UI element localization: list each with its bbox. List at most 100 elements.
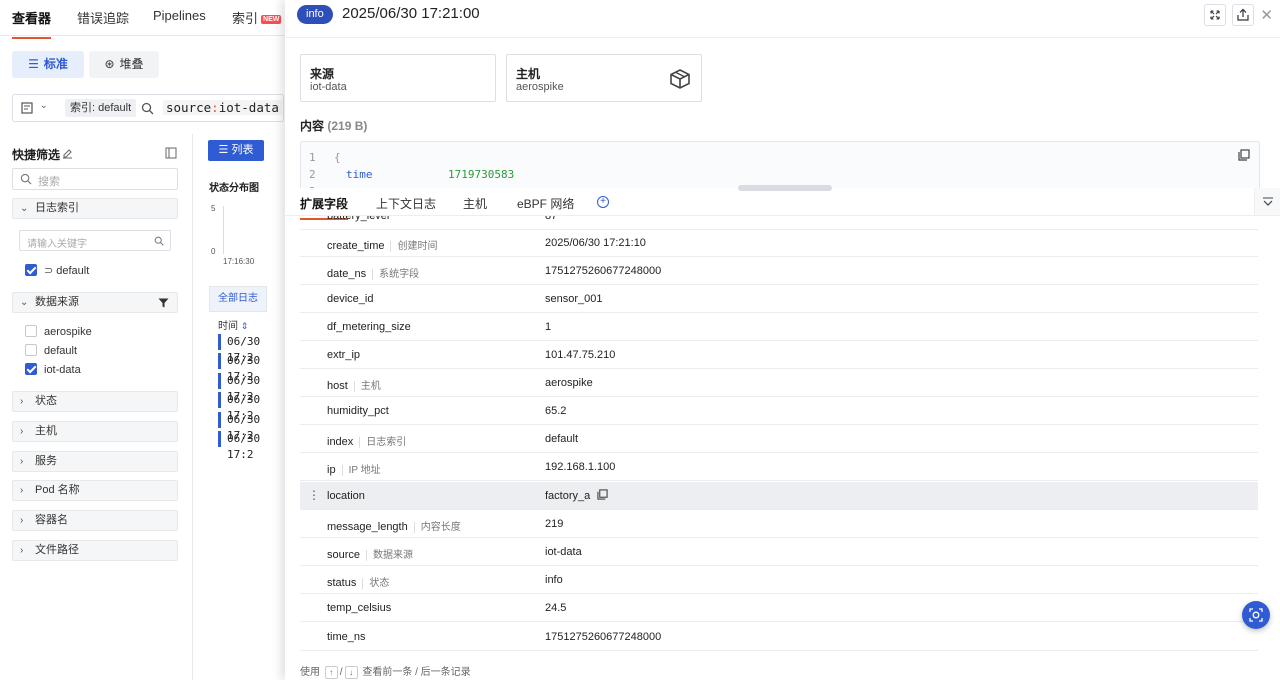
- checkbox[interactable]: [25, 363, 37, 375]
- field-row-battery_level[interactable]: battery_level 87: [300, 216, 1258, 230]
- time-column-header[interactable]: 时间 ⇕: [218, 317, 248, 332]
- card-value[interactable]: iot-data: [310, 81, 347, 93]
- filter-icon[interactable]: [158, 298, 169, 308]
- chevron-down-icon: ⌄: [20, 203, 29, 214]
- source-option-iot-data[interactable]: iot-data: [25, 363, 81, 376]
- field-value[interactable]: sensor_001: [545, 293, 603, 305]
- tab-error-tracking[interactable]: 错误追踪: [77, 8, 129, 27]
- keyword-input[interactable]: 请输入关键字: [19, 230, 171, 251]
- field-row-device_id[interactable]: device_id sensor_001: [300, 285, 1258, 313]
- field-value[interactable]: factory_a: [545, 490, 590, 502]
- option-label: default: [56, 265, 90, 277]
- field-value[interactable]: iot-data: [545, 546, 582, 558]
- raw-content-code[interactable]: 1 { 2 time 1719730583 3: [300, 141, 1260, 191]
- tab-context-logs[interactable]: 上下文日志: [376, 195, 436, 212]
- field-row-ip[interactable]: ip IP 地址 192.168.1.100: [300, 453, 1258, 481]
- group-container[interactable]: › 容器名: [12, 510, 178, 531]
- group-pod[interactable]: › Pod 名称: [12, 480, 178, 501]
- field-value[interactable]: 219: [545, 518, 563, 530]
- field-row-humidity_pct[interactable]: humidity_pct 65.2: [300, 397, 1258, 425]
- field-value[interactable]: 101.47.75.210: [545, 349, 615, 361]
- field-row-df_metering_size[interactable]: df_metering_size 1: [300, 313, 1258, 341]
- field-value[interactable]: 24.5: [545, 602, 566, 614]
- checkbox[interactable]: [25, 264, 37, 276]
- fullscreen-button[interactable]: [1204, 4, 1226, 26]
- field-value[interactable]: info: [545, 574, 563, 586]
- group-log-index[interactable]: ⌄ 日志索引: [12, 198, 178, 219]
- card-value[interactable]: aerospike: [516, 81, 564, 93]
- chevron-down-icon[interactable]: ⌄: [40, 100, 48, 111]
- field-row-source[interactable]: source 数据来源 iot-data: [300, 538, 1258, 566]
- copy-icon[interactable]: [1238, 149, 1250, 161]
- field-row-message_length[interactable]: message_length 内容长度 219: [300, 510, 1258, 538]
- tab-viewer[interactable]: 查看器: [12, 8, 52, 39]
- more-actions-icon[interactable]: ⋮: [308, 488, 320, 502]
- edit-icon[interactable]: [62, 148, 73, 159]
- resize-handle[interactable]: [738, 185, 832, 191]
- source-option-default[interactable]: default: [25, 344, 77, 357]
- list-label: 列表: [231, 144, 254, 156]
- export-button[interactable]: [1232, 4, 1254, 26]
- field-value[interactable]: 87: [545, 216, 557, 222]
- field-value[interactable]: 2025/06/30 17:21:10: [545, 237, 646, 249]
- field-row-extr_ip[interactable]: extr_ip 101.47.75.210: [300, 341, 1258, 369]
- tab-index[interactable]: 索引 NEW: [232, 8, 282, 27]
- table-row[interactable]: 06/30 17:2: [218, 353, 288, 383]
- field-value[interactable]: aerospike: [545, 377, 593, 389]
- list-view-button[interactable]: ☰ 列表: [208, 140, 264, 161]
- field-row-time_ns[interactable]: time_ns 1751275260677248000: [300, 623, 1258, 651]
- tab-extended-fields[interactable]: 扩展字段: [300, 195, 349, 220]
- tab-host[interactable]: 主机: [463, 195, 487, 212]
- group-status[interactable]: › 状态: [12, 391, 178, 412]
- search-query[interactable]: source:iot-data: [163, 100, 282, 115]
- field-value[interactable]: 1: [545, 321, 551, 333]
- query-mode-icon[interactable]: [21, 102, 33, 114]
- stacked-view-button[interactable]: ⊛ 堆叠: [89, 51, 159, 78]
- field-row-create_time[interactable]: create_time 创建时间 2025/06/30 17:21:10: [300, 229, 1258, 257]
- tab-pipelines[interactable]: Pipelines: [153, 8, 206, 23]
- field-row-status[interactable]: status 状态 info: [300, 566, 1258, 594]
- collapse-sidebar-icon[interactable]: [165, 147, 177, 159]
- copy-icon[interactable]: [597, 489, 608, 500]
- field-name: location: [327, 490, 365, 502]
- index-tag[interactable]: 索引: default: [65, 99, 137, 117]
- table-row[interactable]: 06/30 17:2: [218, 431, 288, 461]
- field-row-date_ns[interactable]: date_ns 系统字段 1751275260677248000: [300, 257, 1258, 285]
- checkbox[interactable]: [25, 325, 37, 337]
- field-name: status 状态: [327, 574, 390, 589]
- table-row[interactable]: 06/30 17:2: [218, 412, 288, 442]
- add-tab-icon[interactable]: +: [597, 196, 609, 208]
- table-row[interactable]: 06/30 17:2: [218, 392, 288, 422]
- tab-all-logs[interactable]: 全部日志: [209, 286, 267, 312]
- standard-view-button[interactable]: ☰ 标准: [12, 51, 84, 78]
- search-bar[interactable]: ⌄ 索引: default source:iot-data: [12, 94, 284, 122]
- source-option-aerospike[interactable]: aerospike: [25, 325, 92, 338]
- group-host[interactable]: › 主机: [12, 421, 178, 442]
- field-value[interactable]: default: [545, 433, 578, 445]
- field-name: extr_ip: [327, 349, 361, 361]
- extended-fields-list: battery_level 87 create_time 创建时间 2025/06/3…: [300, 216, 1258, 656]
- ai-assistant-button[interactable]: [1242, 601, 1270, 629]
- field-row-location[interactable]: ⋮ location factory_a: [300, 482, 1258, 510]
- collapse-panel-button[interactable]: [1254, 188, 1280, 215]
- group-data-source[interactable]: ⌄ 数据来源: [12, 292, 178, 313]
- field-row-host[interactable]: host 主机 aerospike: [300, 369, 1258, 397]
- group-filepath[interactable]: › 文件路径: [12, 540, 178, 561]
- field-value[interactable]: 1751275260677248000: [545, 265, 661, 277]
- field-row-temp_celsius[interactable]: temp_celsius 24.5: [300, 594, 1258, 622]
- field-value[interactable]: 1751275260677248000: [545, 631, 661, 643]
- field-value[interactable]: 192.168.1.100: [545, 461, 615, 473]
- table-row[interactable]: 06/30 17:2: [218, 373, 288, 403]
- checkbox[interactable]: [25, 344, 37, 356]
- tab-ebpf-network[interactable]: eBPF 网络: [517, 195, 574, 212]
- group-service[interactable]: › 服务: [12, 451, 178, 472]
- field-desc: 内容长度: [413, 522, 461, 533]
- index-option-default[interactable]: ⊃ default: [25, 264, 89, 277]
- field-row-index[interactable]: index 日志索引 default: [300, 425, 1258, 453]
- filter-search-input[interactable]: 搜索: [12, 168, 178, 190]
- field-value[interactable]: 65.2: [545, 405, 566, 417]
- field-key: message_length: [327, 521, 408, 533]
- stack-icon: ⊛: [104, 57, 115, 71]
- close-icon[interactable]: ✕: [1260, 6, 1273, 24]
- table-row[interactable]: 06/30 17:2: [218, 334, 288, 364]
